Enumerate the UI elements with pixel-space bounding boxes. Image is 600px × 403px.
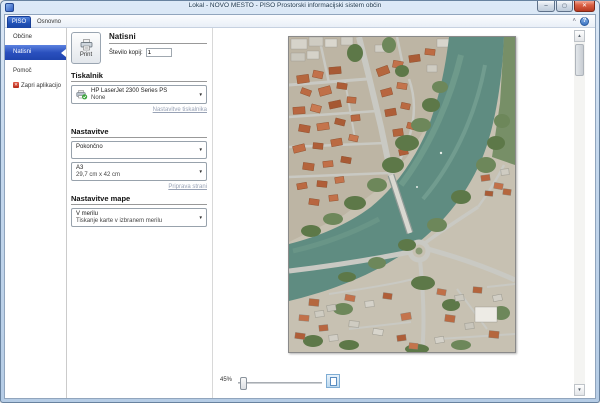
map-mode: V merilu [76,211,194,217]
copies-input[interactable] [146,48,172,57]
map-settings-section: Nastavitve mape V merilu Tiskanje karte … [71,194,207,227]
sidebar-item-obcine[interactable]: Občine [5,31,66,43]
ribbon-tab-row: PISO Osnovno ˄ ? [5,15,595,28]
printer-status-icon [76,90,88,100]
zoom-slider-track[interactable] [238,382,322,384]
scrollbar-thumb[interactable] [575,44,584,76]
paper-size: 29,7 cm x 42 cm [76,172,194,178]
tab-piso[interactable]: PISO [7,16,31,28]
paper-name: A3 [76,165,194,171]
printer-settings-link[interactable]: Nastavitve tiskalnika [71,107,207,113]
fit-to-page-button[interactable] [326,374,340,388]
page-setup-link[interactable]: Priprava strani [71,184,207,190]
zoom-slider-thumb[interactable] [240,377,247,390]
vertical-scrollbar[interactable]: ▲ ▼ [574,30,585,396]
orientation-value: Pokončno [76,144,194,150]
backstage-body: Občine Natisni Pomoč ✕Zapri aplikacijo [5,28,595,398]
window-content: PISO Osnovno ˄ ? Občine Natisni Pomoč ✕Z… [4,14,596,399]
printer-name: HP LaserJet 2300 Series PS [91,88,167,94]
maximize-button[interactable]: ▢ [556,1,573,12]
print-settings-pane: Print Natisni Število kopij: Tiskalnik [67,28,213,398]
aerial-map [289,37,515,352]
app-icon [5,3,14,12]
backstage-sidebar: Občine Natisni Pomoč ✕Zapri aplikacijo [5,28,67,398]
sidebar-item-pomoc[interactable]: Pomoč [5,65,66,77]
title-bar: Lokal - NOVO MESTO - PISO Prostorski inf… [1,1,599,14]
copies-label: Število kopij: [109,50,143,56]
chevron-down-icon: ▼ [199,92,203,97]
printer-icon [80,39,93,51]
orientation-dropdown[interactable]: Pokončno ▼ [71,141,207,159]
printer-status: None [91,95,167,101]
sidebar-item-natisni[interactable]: Natisni [5,45,66,60]
chevron-down-icon: ▼ [199,215,203,220]
print-preview-pane: 45% ▲ ▼ [214,28,595,398]
settings-section: Nastavitve Pokončno ▼ A3 29,7 cm x 42 cm… [71,127,207,190]
help-icon[interactable]: ? [580,17,589,26]
map-mode-dropdown[interactable]: V merilu Tiskanje karte v izbranem meril… [71,208,207,227]
scroll-up-icon[interactable]: ▲ [574,30,585,42]
map-mode-description: Tiskanje karte v izbranem merilu [76,218,194,224]
paper-size-dropdown[interactable]: A3 29,7 cm x 42 cm ▼ [71,162,207,181]
scroll-down-icon[interactable]: ▼ [574,384,585,396]
chevron-down-icon: ▼ [199,169,203,174]
page-icon [330,377,337,386]
window-title: Lokal - NOVO MESTO - PISO Prostorski inf… [41,2,529,9]
sidebar-item-zapri-aplikacijo[interactable]: ✕Zapri aplikacijo [5,80,66,92]
map-preview-image [288,36,516,353]
close-app-icon: ✕ [13,82,19,88]
ribbon-collapse-icon[interactable]: ˄ [572,18,576,24]
printer-section-title: Tiskalnik [71,71,207,82]
close-button[interactable]: ✕ [574,1,595,12]
tab-osnovno[interactable]: Osnovno [35,16,63,28]
printer-dropdown[interactable]: HP LaserJet 2300 Series PS None ▼ [71,85,207,104]
print-button-label: Print [80,52,92,58]
settings-section-title: Nastavitve [71,127,207,138]
print-button[interactable]: Print [71,32,101,64]
minimize-button[interactable]: – [537,1,555,12]
pane-title: Natisni [109,32,207,44]
printer-section: Tiskalnik HP LaserJet 2300 Series PS Non… [71,71,207,113]
zoom-percentage: 45% [220,377,232,383]
chevron-down-icon: ▼ [199,147,203,152]
app-window: Lokal - NOVO MESTO - PISO Prostorski inf… [0,0,600,403]
map-settings-title: Nastavitve mape [71,194,207,205]
